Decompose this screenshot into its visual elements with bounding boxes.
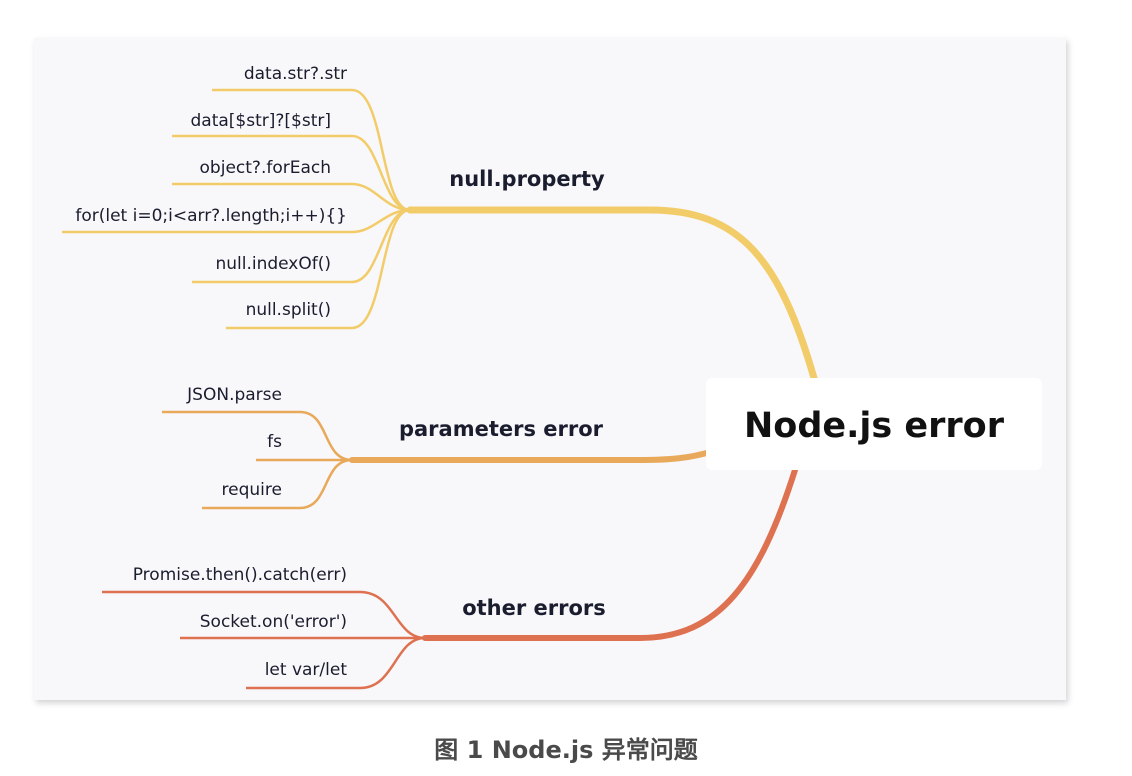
leaf-label: JSON.parse — [186, 385, 282, 405]
leaves-other-errors — [102, 590, 426, 690]
root-label: Node.js error — [744, 406, 1005, 446]
branch-label-null-property: null.property — [449, 167, 605, 191]
leaf-label: for(let i=0;i<arr?.length;i++){} — [75, 206, 347, 226]
leaf-label: object?.forEach — [200, 158, 331, 178]
leaf-label: Promise.then().catch(err) — [133, 565, 347, 585]
leaf-label: require — [222, 480, 282, 500]
leaf-line-0 — [212, 88, 411, 212]
leaf-label: data[$str]?[$str] — [191, 111, 332, 131]
branch-label-other-errors: other errors — [462, 596, 606, 620]
leaf-label: let var/let — [265, 660, 348, 680]
connector-parameters-error — [349, 449, 713, 463]
figure-caption: 图 1 Node.js 异常问题 — [434, 736, 698, 764]
leaf-label: fs — [267, 432, 282, 452]
mindmap-diagram: Node.js error null.property parameters e… — [62, 64, 1042, 690]
root-node: Node.js error — [706, 378, 1042, 470]
leaf-label: null.split() — [246, 300, 331, 320]
leaf-label: data.str?.str — [244, 64, 347, 84]
leaf-line-0 — [162, 410, 353, 462]
leaf-label: Socket.on('error') — [200, 612, 347, 632]
connector-null-property — [406, 206, 818, 382]
branch-label-parameters-error: parameters error — [399, 417, 604, 441]
leaf-label: null.indexOf() — [215, 254, 331, 274]
